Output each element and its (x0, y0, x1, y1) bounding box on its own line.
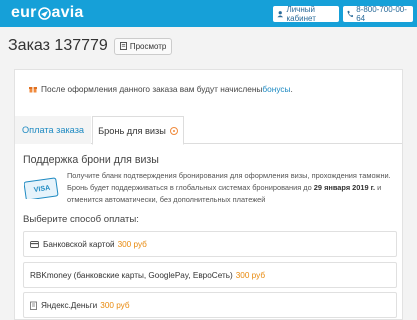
payment-option-label: Яндекс.Деньги (41, 300, 98, 310)
order-header: Заказ 137779 Просмотр (8, 37, 173, 55)
bonus-link[interactable]: бонусы (262, 84, 290, 94)
tabs: Оплата заказа Бронь для визы (15, 116, 402, 145)
card-icon (30, 240, 39, 248)
view-button[interactable]: Просмотр (113, 37, 173, 55)
yandex-money-icon (30, 301, 37, 310)
tab-visa-label: Бронь для визы (98, 125, 166, 136)
tab-visa-booking[interactable]: Бронь для визы (92, 116, 184, 145)
payment-option-yandex[interactable]: Яндекс.Деньги 300 руб (23, 292, 397, 318)
plane-icon (37, 6, 51, 20)
logo-text-right: avia (51, 4, 84, 21)
gift-icon (29, 87, 37, 93)
payment-option-price: 300 руб (235, 270, 266, 280)
payment-option-price: 300 руб (100, 300, 130, 310)
phone-icon (347, 10, 354, 18)
bonus-notice: После оформления данного заказа вам буду… (29, 84, 293, 94)
user-icon (277, 11, 284, 18)
personal-cabinet-label: Личный кабинет (286, 5, 316, 23)
bonus-text: После оформления данного заказа вам буду… (41, 84, 263, 94)
personal-cabinet-button[interactable]: Личный кабинет (273, 5, 339, 23)
attention-icon (169, 126, 178, 135)
payment-option-label: RBKmoney (банковские карты, GooglePay, Е… (30, 270, 233, 280)
bonus-end: . (290, 84, 293, 94)
visa-date: 29 января 2019 г. (313, 183, 376, 192)
phone-label: 8-800-700-00-64 (356, 5, 407, 23)
payment-option-card[interactable]: Банковской картой 300 руб (23, 231, 397, 257)
logo[interactable]: eur avia (11, 4, 83, 22)
visa-section-title: Поддержка брони для визы (23, 154, 159, 166)
visa-description: Получите бланк подтверждения бронировани… (67, 170, 397, 206)
payment-option-rbkmoney[interactable]: RBKmoney (банковские карты, GooglePay, Е… (23, 262, 397, 288)
order-card: После оформления данного заказа вам буду… (14, 69, 403, 320)
top-bar: eur avia Личный кабинет 8-800-700-00-64 (0, 0, 417, 27)
tab-order-payment[interactable]: Оплата заказа (15, 116, 91, 144)
payment-option-price: 300 руб (117, 239, 147, 249)
logo-text-left: eur (11, 4, 37, 21)
document-icon (119, 42, 127, 50)
order-title: Заказ 137779 (8, 37, 108, 54)
visa-card-icon: VISA (24, 177, 59, 199)
choose-payment-label: Выберите способ оплаты: (23, 214, 139, 225)
phone-button[interactable]: 8-800-700-00-64 (343, 5, 413, 23)
view-button-label: Просмотр (129, 41, 167, 51)
payment-option-label: Банковской картой (43, 239, 115, 249)
